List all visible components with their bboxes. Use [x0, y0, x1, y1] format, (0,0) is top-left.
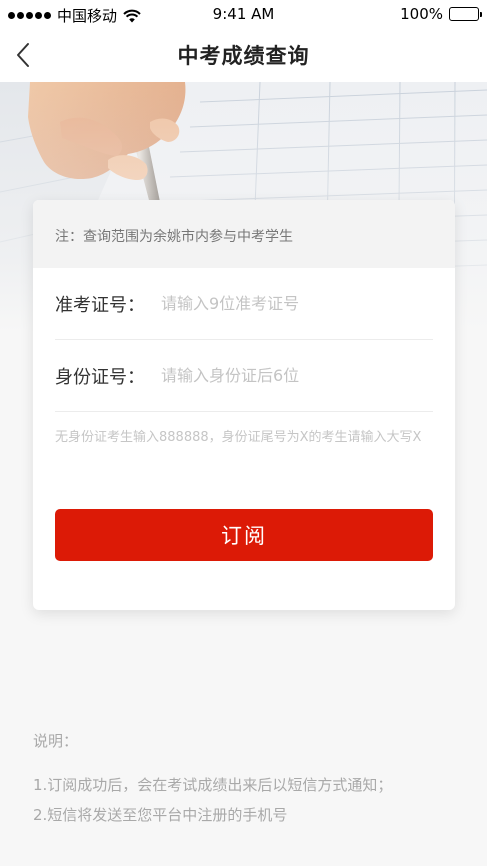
instruction-item: 1.订阅成功后，会在考试成绩出来后以短信方式通知；	[33, 776, 393, 794]
instruction-item: 2.短信将发送至您平台中注册的手机号	[33, 806, 288, 824]
exam-number-label: 准考证号：	[55, 294, 145, 316]
id-number-field: 身份证号：	[55, 340, 433, 412]
battery-percent: 100%	[400, 5, 443, 23]
id-input-hint: 无身份证考生输入888888，身份证尾号为X的考生请输入大写X	[55, 430, 422, 445]
scope-note: 注：查询范围为余姚市内参与中考学生	[33, 200, 455, 268]
page-title: 中考成绩查询	[177, 44, 310, 68]
battery-icon	[449, 7, 482, 21]
id-number-input[interactable]	[161, 355, 433, 396]
exam-number-field: 准考证号：	[55, 268, 433, 340]
id-number-label: 身份证号：	[55, 366, 145, 388]
subscribe-button[interactable]: 订阅	[55, 509, 433, 561]
battery-info: 100%	[400, 5, 482, 23]
nav-bar: 中考成绩查询	[0, 28, 487, 82]
instructions: 说明： 1.订阅成功后，会在考试成绩出来后以短信方式通知； 2.短信将发送至您平…	[33, 730, 463, 830]
exam-number-input[interactable]	[161, 283, 433, 324]
instructions-title: 说明：	[33, 732, 79, 750]
status-bar: 中国移动 9:41 AM 100%	[0, 0, 487, 28]
query-form-card: 注：查询范围为余姚市内参与中考学生 准考证号： 身份证号： 无身份证考生输入88…	[33, 200, 455, 610]
